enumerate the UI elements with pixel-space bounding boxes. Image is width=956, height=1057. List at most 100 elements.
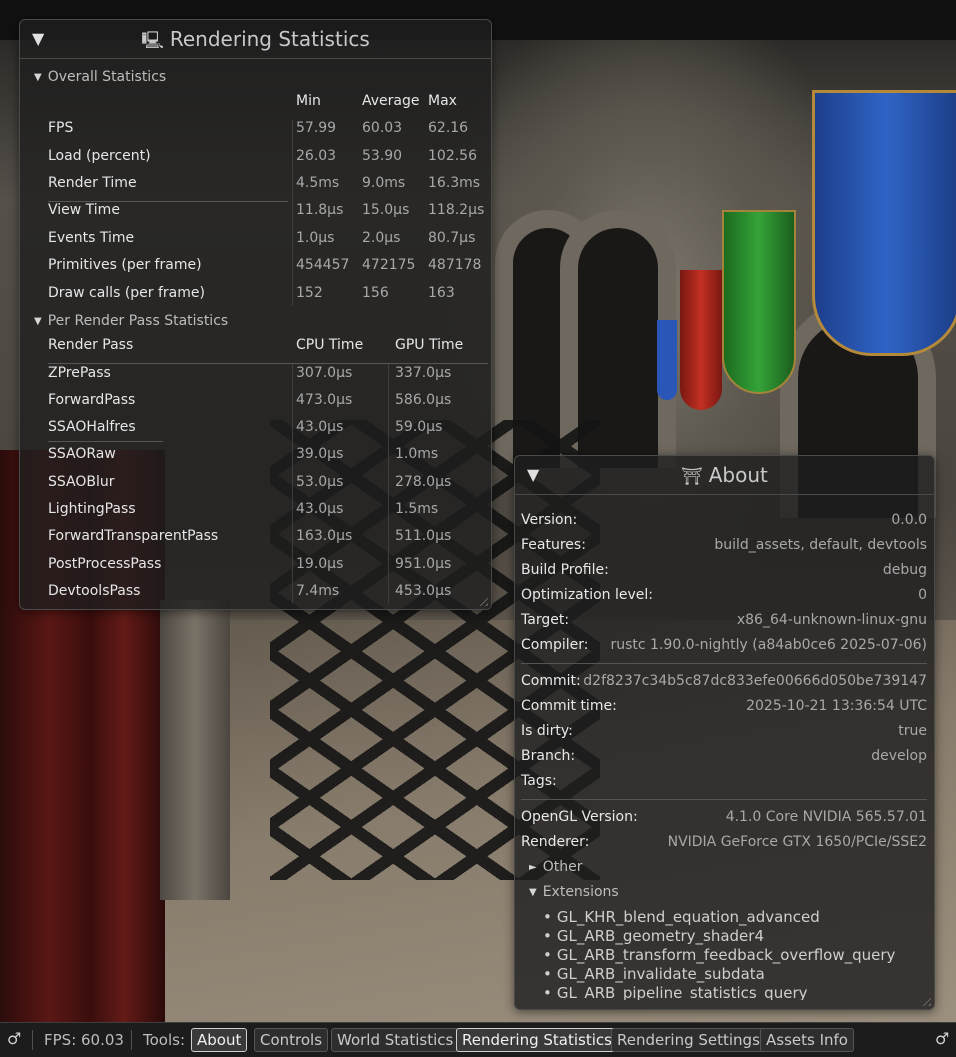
other-collapsible[interactable]: ► Other	[529, 859, 582, 875]
tool-button-rendering-statistics[interactable]: Rendering Statistics	[456, 1028, 618, 1052]
info-row: Tags:	[521, 773, 927, 795]
row-label: Render Time	[48, 175, 137, 191]
render-pass-name: DevtoolsPass	[48, 583, 141, 599]
overall-statistics-header[interactable]: ▼ Overall Statistics	[34, 69, 166, 85]
extension-name: GL_ARB_geometry_shader4	[556, 927, 764, 945]
average-value: 9.0ms	[362, 175, 406, 191]
tool-button-world-statistics[interactable]: World Statistics	[331, 1028, 460, 1052]
collapsed-triangle-icon: ►	[529, 862, 537, 873]
table-row: SSAOHalfres 43.0µs 59.0µs	[48, 419, 478, 443]
window-title-bar[interactable]: ▼ 🖳 Rendering Statistics	[20, 20, 491, 59]
render-pass-name: ForwardTransparentPass	[48, 528, 219, 544]
tool-button-rendering-settings[interactable]: Rendering Settings	[611, 1028, 766, 1052]
about-window[interactable]: ▼ ⛩ About Version: 0.0.0 Features: build_ass…	[514, 455, 935, 1010]
male-sign-icon[interactable]: ♂	[935, 1029, 949, 1048]
table-row: SSAORaw 39.0µs 1.0ms	[48, 446, 478, 470]
info-row: Commit time: 2025-10-21 13:36:54 UTC	[521, 698, 927, 720]
info-row: Target: x86_64-unknown-linux-gnu	[521, 612, 927, 634]
column-header: Average	[362, 93, 420, 109]
info-value: build_assets, default, devtools	[714, 537, 927, 553]
max-value: 118.2µs	[428, 202, 485, 218]
table-row: ZPrePass 307.0µs 337.0µs	[48, 365, 478, 389]
extension-item: • GL_KHR_blend_equation_advanced	[543, 908, 928, 927]
table-row: PostProcessPass 19.0µs 951.0µs	[48, 556, 478, 580]
max-value: 16.3ms	[428, 175, 481, 191]
info-key: Renderer:	[521, 834, 590, 850]
scene-banner-small	[657, 320, 677, 400]
column-separator	[292, 363, 293, 603]
window-title: Rendering Statistics	[169, 27, 370, 51]
info-value: 0	[918, 587, 927, 603]
info-row: Compiler: rustc 1.90.0-nightly (a84ab0ce6…	[521, 637, 927, 659]
bullet-icon: •	[543, 927, 552, 945]
tool-button-assets-info[interactable]: Assets Info	[760, 1028, 854, 1052]
bullet-icon: •	[543, 946, 552, 964]
info-key: Features:	[521, 537, 586, 553]
info-key: Branch:	[521, 748, 576, 764]
bullet-icon: •	[543, 908, 552, 926]
extensions-collapsible[interactable]: ▼ Extensions	[529, 884, 619, 900]
table-row: ForwardPass 473.0µs 586.0µs	[48, 392, 478, 416]
section-title: Overall Statistics	[47, 69, 167, 85]
average-value: 15.0µs	[362, 202, 410, 218]
info-row: OpenGL Version: 4.1.0 Core NVIDIA 565.57.…	[521, 809, 927, 831]
info-row: Is dirty: true	[521, 723, 927, 745]
info-row: Optimization level: 0	[521, 587, 927, 609]
cpu-time-value: 473.0µs	[296, 392, 353, 408]
info-key: Optimization level:	[521, 587, 654, 603]
table-row: Load (percent) 26.03 53.90 102.56	[48, 148, 478, 172]
info-key: Is dirty:	[521, 723, 573, 739]
gpu-time-value: 59.0µs	[395, 419, 443, 435]
rendering-statistics-window[interactable]: ▼ 🖳 Rendering Statistics ▼ Overall Statist…	[19, 19, 492, 610]
male-sign-icon[interactable]: ♂	[7, 1029, 21, 1048]
max-value: 163	[428, 285, 455, 301]
render-pass-name: ZPrePass	[48, 365, 111, 381]
info-value: 4.1.0 Core NVIDIA 565.57.01	[725, 809, 927, 825]
per-pass-statistics-header[interactable]: ▼ Per Render Pass Statistics	[34, 313, 228, 329]
row-label: Events Time	[48, 230, 135, 246]
window-title-bar[interactable]: ▼ ⛩ About	[515, 456, 934, 495]
table-row: Render Time 4.5ms 9.0ms 16.3ms	[48, 175, 481, 199]
row-label: Draw calls (per frame)	[48, 285, 205, 301]
extensions-list[interactable]: • GL_KHR_blend_equation_advanced • GL_ARB_g…	[543, 908, 928, 1000]
tool-button-about[interactable]: About	[191, 1028, 248, 1052]
table-row: ForwardTransparentPass 163.0µs 511.0µs	[48, 528, 478, 552]
bullet-icon: •	[543, 965, 552, 983]
app-info-icon: ⛩	[681, 467, 703, 487]
divider	[32, 1030, 33, 1050]
average-value: 60.03	[362, 120, 403, 136]
scene-pillar	[160, 600, 230, 900]
table-row: LightingPass 43.0µs 1.5ms	[48, 501, 478, 525]
render-pass-name: LightingPass	[48, 501, 136, 517]
info-value: true	[898, 723, 927, 739]
gpu-time-value: 511.0µs	[395, 528, 452, 544]
info-row: Renderer: NVIDIA GeForce GTX 1650/PCIe/SS…	[521, 834, 927, 856]
average-value: 53.90	[362, 148, 403, 164]
table-row: Draw calls (per frame) 152 156 163	[48, 285, 478, 309]
tool-button-controls[interactable]: Controls	[254, 1028, 329, 1052]
max-value: 102.56	[428, 148, 477, 164]
cpu-time-value: 19.0µs	[296, 556, 344, 572]
expanded-triangle-icon: ▼	[34, 72, 42, 83]
table-row: Primitives (per frame) 454457 472175 487178	[48, 257, 482, 281]
column-header: Max	[428, 93, 457, 109]
bullet-icon: •	[543, 984, 552, 1000]
row-label: FPS	[48, 120, 74, 136]
render-pass-name: SSAOBlur	[48, 474, 115, 490]
computer-icon: 🖳	[141, 31, 164, 51]
row-label: Primitives (per frame)	[48, 257, 202, 273]
cpu-time-value: 163.0µs	[296, 528, 353, 544]
window-title: About	[708, 463, 768, 487]
column-header: Render Pass	[48, 337, 134, 353]
max-value: 487178	[428, 257, 482, 273]
min-value: 4.5ms	[296, 175, 340, 191]
row-label: Load (percent)	[48, 148, 151, 164]
table-row: DevtoolsPass 7.4ms 453.0µs	[48, 583, 478, 607]
extension-item: • GL_ARB_geometry_shader4	[543, 927, 928, 946]
divider	[521, 663, 927, 664]
collapsible-label: Other	[542, 859, 583, 875]
min-value: 454457	[296, 257, 350, 273]
extension-name: GL_ARB_pipeline_statistics_query	[556, 984, 808, 1000]
collapsible-label: Extensions	[542, 884, 619, 900]
expanded-triangle-icon: ▼	[529, 887, 537, 898]
